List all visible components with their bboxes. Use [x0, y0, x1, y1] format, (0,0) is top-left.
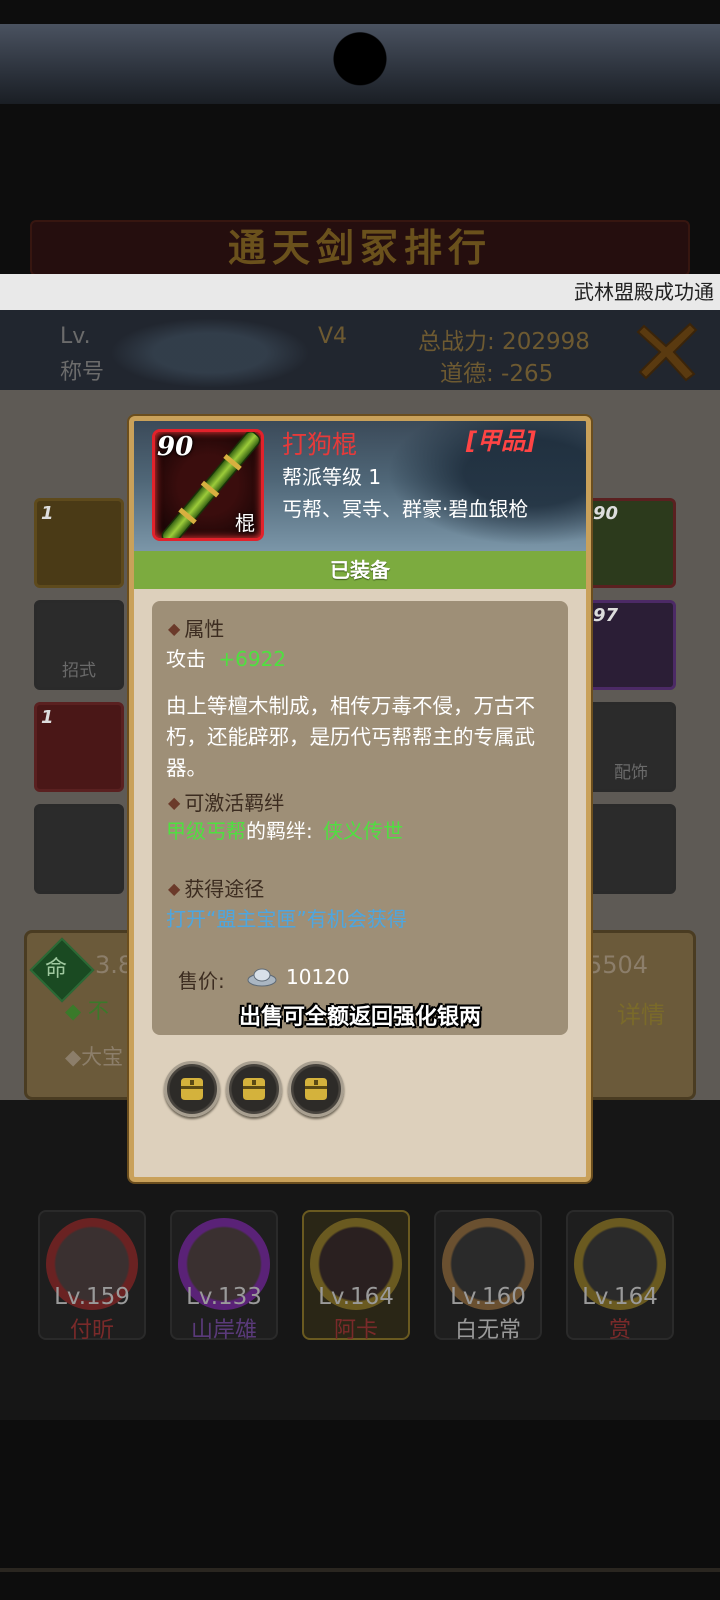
equip-slot-accessory[interactable]: 配饰	[586, 702, 676, 792]
destiny-label: 命	[45, 957, 68, 982]
game-screen: 通天剑冢排行 武林盟殿成功通 Lv. 称号 V4 总战力: 202998 道德:…	[0, 0, 720, 1600]
slot-level: 1	[41, 503, 54, 524]
hero-level: Lv.133	[186, 1284, 262, 1310]
source-text[interactable]: 打开“盟主宝匣”有机会获得	[166, 903, 407, 932]
attack-label: 攻击	[166, 647, 206, 671]
hero-card-5[interactable]: Lv.164 赏	[566, 1210, 674, 1343]
bond-connector: 的羁绊:	[246, 819, 313, 843]
hero-level: Lv.159	[54, 1284, 130, 1310]
destiny-line-2: ◆大宝	[65, 1045, 124, 1069]
hero-name: 付昕	[69, 1318, 114, 1343]
equip-slot-weapon[interactable]: 90	[586, 498, 676, 588]
hero-card-2[interactable]: Lv.133 山岸雄	[170, 1210, 278, 1343]
player-level-label: Lv.	[60, 324, 91, 349]
equip-slot-3[interactable]: 1	[34, 702, 124, 792]
source-heading: 获得途径	[168, 873, 264, 902]
hero-card-3[interactable]: Lv.164 阿卡	[302, 1210, 410, 1343]
slot-label: 招式	[62, 661, 96, 681]
hero-name: 山岸雄	[190, 1318, 257, 1343]
staff-item-icon: 90 棍	[152, 429, 264, 541]
destiny-line-1: ◆ 不	[65, 999, 109, 1023]
hero-name: 赏	[608, 1318, 631, 1343]
player-title-label: 称号	[60, 360, 105, 385]
price-value: 10120	[286, 965, 350, 989]
item-detail-popup: 90 棍 打狗棍 [甲品] 帮派等级 1 丐帮、冥寺、群豪·碧血银枪 已装备 属…	[129, 416, 591, 1182]
morality-value: 道德: -265	[440, 361, 554, 387]
marquee-text: 武林盟殿成功通	[574, 280, 714, 304]
price-label: 售价:	[178, 969, 225, 993]
lock-socket-icon	[243, 1078, 265, 1100]
gem-socket-3[interactable]	[288, 1061, 344, 1117]
vip-level: V4	[318, 324, 348, 349]
lock-socket-icon	[305, 1078, 327, 1100]
gem-socket-1[interactable]	[164, 1061, 220, 1117]
hero-level: Lv.164	[318, 1284, 394, 1310]
attack-value: +6922	[218, 647, 287, 671]
silver-ingot-icon	[247, 968, 277, 987]
equip-slot-1[interactable]: 1	[34, 498, 124, 588]
detail-button[interactable]: 详情	[617, 995, 665, 1030]
hero-name: 阿卡	[333, 1318, 378, 1343]
slot-level: 90	[593, 503, 619, 524]
top-banner-decoration	[0, 24, 720, 104]
slot-level: 1	[41, 707, 54, 728]
gem-socket-2[interactable]	[226, 1061, 282, 1117]
item-description: 由上等檀木制成，相传万毒不侵，万古不朽，还能辟邪，是历代丐帮帮主的专属武器。	[166, 694, 535, 780]
equipped-label: 已装备	[330, 558, 390, 582]
ranking-title: 通天剑冢排行	[227, 226, 492, 270]
item-kind: 棍	[235, 511, 255, 535]
cloud-emblem-icon	[310, 30, 410, 102]
censored-name-scribble	[110, 318, 310, 388]
hero-level: Lv.160	[450, 1284, 526, 1310]
equipped-status-bar: 已装备	[134, 551, 586, 589]
attack-line: 攻击 +6922	[166, 643, 286, 672]
attributes-heading: 属性	[168, 613, 224, 642]
item-name: 打狗棍	[282, 430, 358, 459]
bond-group: 甲级丐帮	[166, 819, 246, 843]
hero-level: Lv.164	[582, 1284, 658, 1310]
hero-name: 白无常	[454, 1318, 521, 1343]
bond-heading: 可激活羁绊	[168, 787, 284, 816]
destiny-right-value: 5504	[587, 951, 649, 979]
total-power: 总战力: 202998	[418, 329, 590, 355]
item-info-box: 属性 攻击 +6922 由上等檀木制成，相传万毒不侵，万古不朽，还能辟邪，是历代…	[152, 601, 568, 1035]
sell-refund-note: 出售可全额返回强化银两	[238, 1005, 481, 1030]
item-grade-badge: [甲品]	[466, 427, 536, 455]
bond-name: 侠义传世	[323, 819, 404, 843]
equip-slot-4[interactable]	[34, 804, 124, 894]
equip-slot-skill[interactable]: 招式	[34, 600, 124, 690]
item-factions: 丐帮、冥寺、群豪·碧血银枪	[282, 497, 529, 521]
lock-socket-icon	[181, 1078, 203, 1100]
announcement-marquee: 武林盟殿成功通	[0, 274, 720, 310]
equip-slot-armor[interactable]: 97	[586, 600, 676, 690]
destiny-value: 3.8	[95, 951, 134, 979]
close-icon[interactable]	[636, 320, 702, 382]
slot-label: 配饰	[614, 763, 648, 783]
ranking-title-banner: 通天剑冢排行	[30, 220, 690, 276]
item-level: 90	[157, 432, 194, 462]
slot-level: 97	[593, 605, 619, 626]
bottom-divider	[0, 1568, 720, 1572]
equip-slot-8[interactable]	[586, 804, 676, 894]
player-info-header: Lv. 称号 V4 总战力: 202998 道德: -265	[0, 310, 720, 390]
item-requirement: 帮派等级 1	[282, 465, 382, 489]
hero-card-1[interactable]: Lv.159 付昕	[38, 1210, 146, 1343]
hero-card-4[interactable]: Lv.160 白无常	[434, 1210, 542, 1343]
item-header: 90 棍 打狗棍 [甲品] 帮派等级 1 丐帮、冥寺、群豪·碧血银枪	[134, 421, 586, 551]
bond-line: 甲级丐帮的羁绊: 侠义传世	[166, 815, 403, 844]
